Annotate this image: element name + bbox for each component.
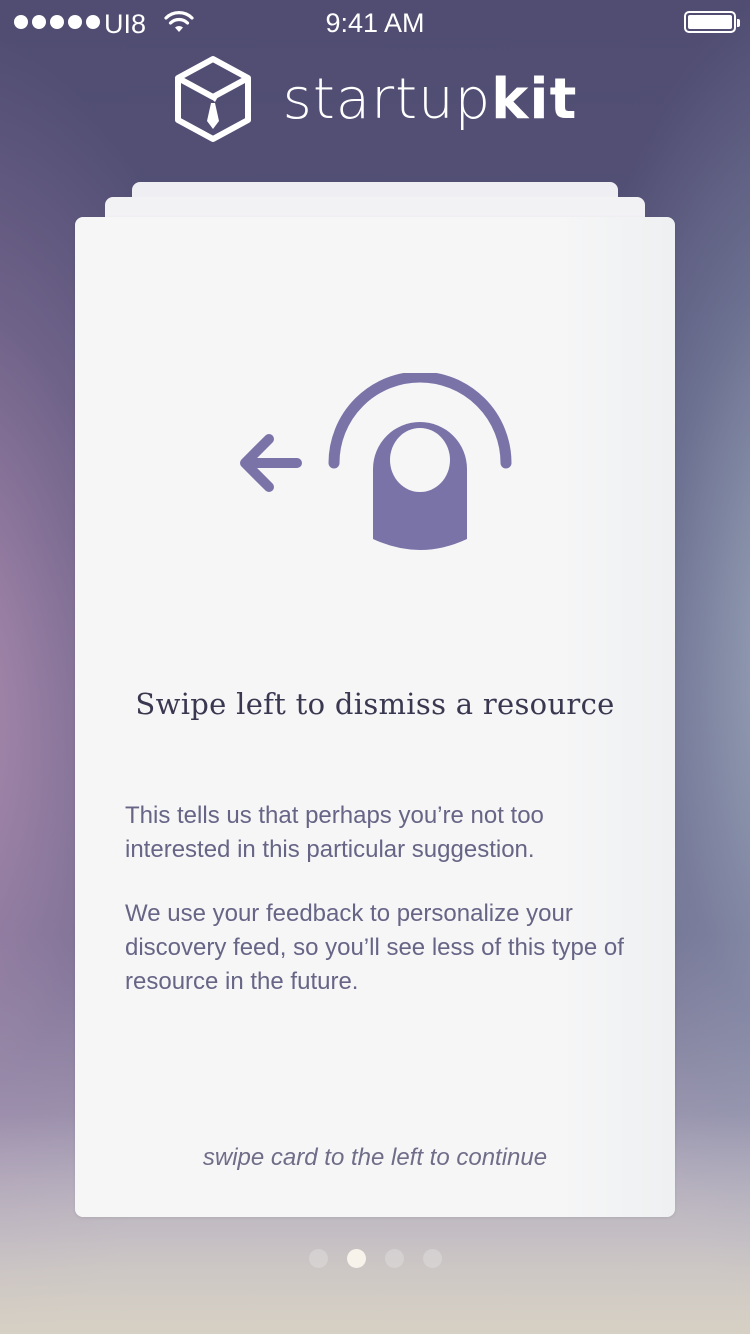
swipe-hint: swipe card to the left to continue	[202, 1144, 548, 1171]
logo-wordmark: startupkit	[283, 67, 578, 132]
battery-icon	[684, 11, 740, 33]
card-paragraph: We use your feedback to personalize your…	[125, 900, 624, 995]
page-dot-3[interactable]	[384, 1249, 404, 1268]
status-bar: UI8 9:41 AM	[0, 0, 750, 48]
card-title: Swipe left to dismiss a resource	[135, 687, 615, 721]
tie-box-icon	[174, 56, 251, 142]
page-dot-1[interactable]	[308, 1249, 328, 1268]
page-dot-2-active[interactable]	[346, 1249, 366, 1268]
page-indicator[interactable]	[0, 1249, 750, 1268]
card-paragraph: This tells us that perhaps you’re not to…	[125, 802, 544, 863]
logo-wordmark-bold: kit	[491, 66, 578, 132]
onboarding-card[interactable]: Swipe left to dismiss a resource This te…	[75, 217, 675, 1217]
status-time: 9:41 AM	[325, 8, 425, 38]
app-logo: startupkit	[0, 54, 750, 144]
swipe-left-gesture-icon	[240, 373, 512, 550]
page-dot-4[interactable]	[422, 1249, 442, 1268]
logo-wordmark-light: startup	[282, 66, 492, 132]
